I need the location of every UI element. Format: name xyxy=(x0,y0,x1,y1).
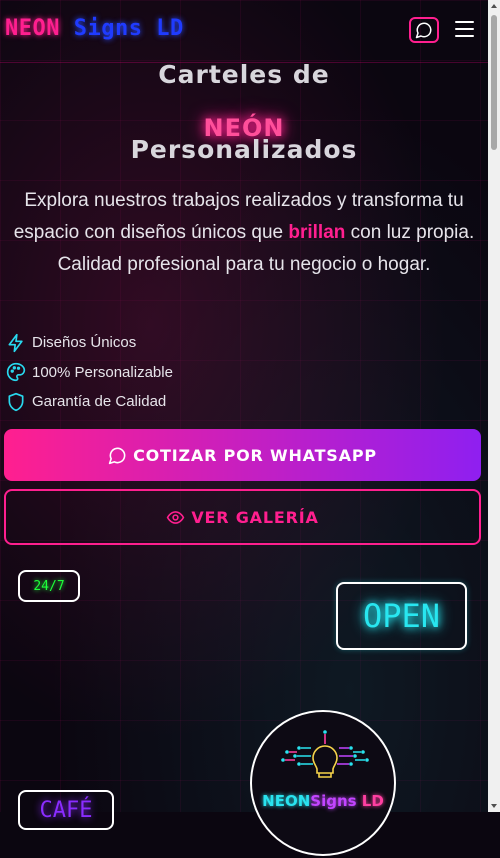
hero-title-line1: Carteles de xyxy=(158,60,330,89)
eye-icon xyxy=(167,510,185,524)
scrollbar-thumb[interactable] xyxy=(491,15,497,150)
site-logo[interactable]: NEON Signs LD xyxy=(5,16,184,41)
lightbulb-circuit-icon xyxy=(281,730,369,778)
feature-list: Diseños Únicos 100% Personalizable Garan… xyxy=(6,328,173,417)
neon-sign-24-7: 24/7 xyxy=(18,570,80,602)
hero-description: Explora nuestros trabajos realizados y t… xyxy=(6,185,482,281)
feature-item: Diseños Únicos xyxy=(6,328,173,358)
hero-title-line3: Personalizados xyxy=(130,135,358,164)
circle-logo-signs: Signs xyxy=(310,792,357,810)
scroll-up-arrow-icon[interactable] xyxy=(491,4,497,8)
feature-item: 100% Personalizable xyxy=(6,358,173,388)
menu-line xyxy=(455,21,474,23)
palette-icon xyxy=(6,363,26,382)
neon-sign-open: OPEN xyxy=(336,582,467,650)
whatsapp-header-button[interactable] xyxy=(409,17,439,43)
quote-button-label: COTIZAR POR WHATSAPP xyxy=(133,445,377,465)
feature-item: Garantía de Calidad xyxy=(6,387,173,417)
feature-label: Diseños Únicos xyxy=(32,334,137,352)
whatsapp-chat-icon xyxy=(108,447,126,464)
menu-line xyxy=(455,28,474,30)
circle-logo-text: NEONSigns LD xyxy=(252,792,394,810)
brand-circle-logo: NEONSigns LD xyxy=(250,710,396,856)
circle-logo-neon: NEON xyxy=(262,792,311,810)
site-header: NEON Signs LD xyxy=(0,0,488,63)
quote-whatsapp-button[interactable]: COTIZAR POR WHATSAPP xyxy=(4,429,481,481)
desc-highlight: brillan xyxy=(288,222,346,243)
view-gallery-button[interactable]: VER GALERÍA xyxy=(4,489,481,545)
neon-sign-cafe: CAFÉ xyxy=(18,790,114,830)
hamburger-menu-button[interactable] xyxy=(455,21,474,37)
lightning-icon xyxy=(8,333,23,352)
shield-icon xyxy=(8,392,24,411)
menu-line xyxy=(455,35,474,37)
logo-signs: Signs LD xyxy=(73,16,184,41)
feature-label: Garantía de Calidad xyxy=(32,393,167,411)
page-scrollbar[interactable] xyxy=(488,0,500,812)
whatsapp-chat-icon xyxy=(415,22,432,39)
circle-logo-ld: LD xyxy=(356,792,384,810)
feature-label: 100% Personalizable xyxy=(32,363,173,381)
scroll-down-arrow-icon[interactable] xyxy=(491,804,497,808)
gallery-button-label: VER GALERÍA xyxy=(191,507,319,527)
logo-neon: NEON xyxy=(5,16,60,41)
